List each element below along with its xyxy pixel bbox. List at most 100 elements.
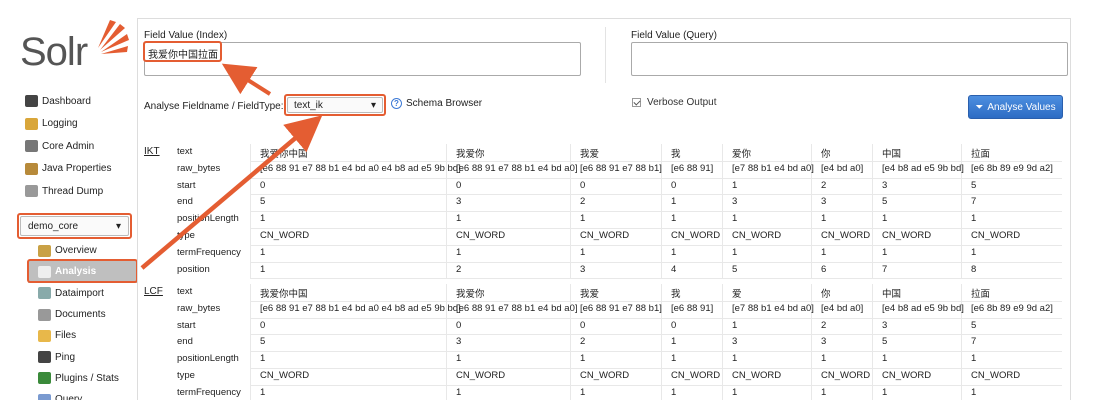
- sidebar-item-dashboard[interactable]: Dashboard: [0, 90, 138, 113]
- sidebar-item-label: Core Admin: [42, 140, 95, 152]
- token-positionlength-cell: 1: [821, 213, 827, 225]
- token-termfrequency-cell: 1: [971, 386, 977, 398]
- token-text-cell: 我爱你中国: [260, 149, 308, 160]
- annotation-highlight-analysis: [27, 259, 138, 283]
- token-termfrequency-cell: 1: [671, 246, 677, 258]
- token-raw_bytes-cell: [e6 8b 89 e9 9d a2]: [971, 162, 1053, 174]
- token-end-cell: 7: [971, 336, 977, 348]
- attribute-label: termFrequency: [177, 246, 241, 258]
- token-termfrequency-cell: 1: [732, 246, 738, 258]
- verbose-output-toggle[interactable]: Verbose Output: [632, 97, 717, 108]
- overview-icon: [38, 244, 51, 257]
- token-text-cell: 拉面: [971, 149, 991, 160]
- token-position-cell: 4: [671, 263, 677, 275]
- token-end-cell: 5: [882, 196, 888, 208]
- token-text-cell: 我: [671, 289, 681, 300]
- token-type-cell: CN_WORD: [456, 370, 506, 381]
- token-start-cell: 0: [671, 319, 677, 331]
- filter-group-label[interactable]: LCF: [144, 286, 163, 297]
- analyse-values-label: Analyse Values: [987, 101, 1056, 113]
- token-positionlength-cell: 1: [971, 213, 977, 225]
- core-nav-item-label: Plugins / Stats: [55, 372, 119, 384]
- core-nav-item-label: Overview: [55, 245, 97, 257]
- core-admin-icon: [25, 140, 38, 153]
- token-raw_bytes-cell: [e6 88 91]: [671, 162, 714, 174]
- token-start-cell: 0: [580, 319, 586, 331]
- token-type-cell: CN_WORD: [456, 230, 506, 241]
- token-termfrequency-cell: 1: [260, 386, 266, 398]
- token-raw_bytes-cell: [e6 88 91]: [671, 302, 714, 314]
- schema-browser-link[interactable]: ? Schema Browser: [391, 98, 482, 109]
- token-positionlength-cell: 1: [732, 353, 738, 365]
- attribute-label: raw_bytes: [177, 302, 221, 314]
- token-text-cell: 我爱: [580, 149, 600, 160]
- annotation-highlight-index-value: [143, 41, 222, 62]
- attribute-label: start: [177, 179, 196, 191]
- token-text-cell: 爱你: [732, 149, 752, 160]
- dashboard-icon: [25, 95, 38, 108]
- core-nav-item-plugins-stats[interactable]: Plugins / Stats: [0, 368, 138, 389]
- token-raw_bytes-cell: [e7 88 b1 e4 bd a0]: [732, 162, 814, 174]
- sidebar-item-thread-dump[interactable]: Thread Dump: [0, 180, 138, 203]
- core-nav-item-label: Ping: [55, 351, 76, 363]
- sidebar-item-java-properties[interactable]: Java Properties: [0, 158, 138, 181]
- documents-icon: [38, 308, 51, 321]
- attribute-label: type: [177, 230, 195, 241]
- plugins-icon: [38, 372, 51, 385]
- token-positionlength-cell: 1: [260, 353, 266, 365]
- token-type-cell: CN_WORD: [580, 370, 630, 381]
- token-positionlength-cell: 1: [580, 213, 586, 225]
- core-nav-item-dataimport[interactable]: Dataimport: [0, 283, 138, 304]
- row-separator: [250, 261, 1062, 263]
- core-nav-item-label: Documents: [55, 309, 106, 321]
- verbose-checkbox[interactable]: [632, 98, 641, 107]
- core-nav-item-files[interactable]: Files: [0, 325, 138, 346]
- token-text-cell: 我: [671, 149, 681, 160]
- token-raw_bytes-cell: [e6 88 91 e7 88 b1]: [580, 162, 662, 174]
- row-separator: [250, 160, 1062, 162]
- core-nav-item-query[interactable]: Query: [0, 389, 138, 400]
- token-text-cell: 中国: [882, 289, 902, 300]
- core-nav-item-documents[interactable]: Documents: [0, 304, 138, 325]
- token-positionlength-cell: 1: [456, 353, 462, 365]
- token-end-cell: 2: [580, 336, 586, 348]
- core-nav-item-ping[interactable]: Ping: [0, 346, 138, 367]
- token-termfrequency-cell: 1: [580, 386, 586, 398]
- help-icon: ?: [391, 98, 402, 109]
- field-value-query-input[interactable]: [631, 42, 1068, 76]
- row-separator: [250, 278, 1062, 280]
- token-type-cell: CN_WORD: [732, 370, 782, 381]
- token-termfrequency-cell: 1: [971, 246, 977, 258]
- sidebar-item-core-admin[interactable]: Core Admin: [0, 135, 138, 158]
- row-separator: [250, 368, 1062, 369]
- sidebar-item-label: Logging: [42, 118, 78, 130]
- token-termfrequency-cell: 1: [821, 386, 827, 398]
- sidebar: Solr Dashboard Logging Core Admin Java Prop…: [0, 0, 138, 400]
- token-text-cell: 中国: [882, 149, 902, 160]
- attribute-label: raw_bytes: [177, 162, 221, 174]
- sidebar-item-logging[interactable]: Logging: [0, 113, 138, 136]
- field-value-index-label: Field Value (Index): [144, 30, 228, 41]
- token-raw_bytes-cell: [e6 88 91 e7 88 b1 e4 bd a0 e4 b8 ad e5 …: [260, 162, 461, 174]
- filter-group-label[interactable]: IKT: [144, 146, 160, 157]
- token-positionlength-cell: 1: [671, 353, 677, 365]
- analyse-values-button[interactable]: ⏷ Analyse Values: [968, 95, 1063, 119]
- dataimport-icon: [38, 287, 51, 300]
- files-icon: [38, 329, 51, 342]
- token-end-cell: 1: [671, 196, 677, 208]
- token-type-cell: CN_WORD: [882, 370, 932, 381]
- row-separator: [250, 211, 1062, 213]
- sidebar-item-label: Dashboard: [42, 95, 91, 107]
- token-termfrequency-cell: 1: [732, 386, 738, 398]
- token-raw_bytes-cell: [e4 b8 ad e5 9b bd]: [882, 162, 964, 174]
- token-text-cell: 爱: [732, 289, 742, 300]
- token-text-cell: 我爱你: [456, 289, 485, 300]
- token-raw_bytes-cell: [e6 88 91 e7 88 b1]: [580, 302, 662, 314]
- token-end-cell: 3: [456, 196, 462, 208]
- token-termfrequency-cell: 1: [882, 386, 888, 398]
- token-end-cell: 3: [732, 196, 738, 208]
- token-type-cell: CN_WORD: [971, 370, 1021, 381]
- token-text-cell: 你: [821, 149, 831, 160]
- solr-logo[interactable]: Solr: [20, 18, 130, 74]
- java-icon: [25, 162, 38, 175]
